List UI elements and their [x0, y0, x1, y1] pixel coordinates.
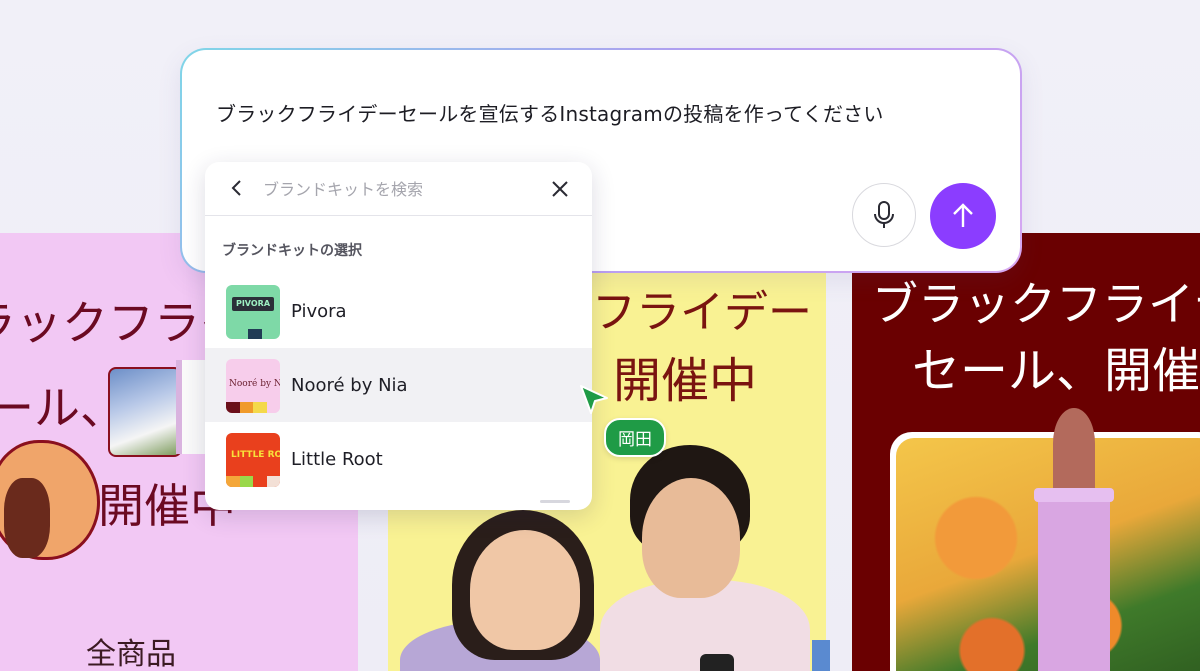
arrow-up-icon: [953, 203, 973, 227]
middle-card-headline-2: 開催中: [613, 353, 758, 409]
blue-accent: [812, 640, 830, 671]
man-face: [642, 478, 740, 598]
hand-with-lipstick: [4, 478, 50, 558]
brand-kit-search-bar: [205, 162, 592, 216]
brand-kit-item-noore[interactable]: Nooré by Nia Nooré by Nia: [205, 348, 592, 422]
left-card-headline-2: ール、: [0, 381, 126, 435]
canvas-stage: ラックフライ ール、 開催中 全商品 フライデー 開催中 ブラックフライデ セー…: [0, 0, 1200, 671]
close-icon: [552, 181, 568, 197]
right-card-headline-1: ブラックフライデ: [872, 277, 1200, 331]
brand-kit-item-little-root[interactable]: LITTLE ROOT Little Root: [205, 422, 592, 496]
woman-face: [470, 530, 580, 650]
lipstick-tip: [1053, 408, 1095, 496]
close-button[interactable]: [548, 177, 572, 201]
collaborator-name-tag: 岡田: [604, 418, 666, 457]
brand-kit-dropdown: ブランドキットの選択 PIVORA Pivora Nooré by Nia No…: [205, 162, 592, 510]
middle-card-headline-1: フライデー: [592, 287, 812, 338]
back-button[interactable]: [225, 176, 249, 200]
pointer-cursor-icon: [580, 385, 608, 414]
brand-kit-item-pivora[interactable]: PIVORA Pivora: [205, 274, 592, 348]
brand-kit-label: Little Root: [291, 449, 383, 470]
phone: [700, 654, 734, 671]
little-root-logo: LITTLE ROOT: [226, 433, 280, 487]
brand-kit-label: Nooré by Nia: [291, 375, 408, 396]
send-button[interactable]: [930, 183, 996, 249]
pivora-logo: PIVORA: [226, 285, 280, 339]
lipstick-band: [1034, 488, 1114, 502]
dropdown-scroll-handle[interactable]: [540, 500, 570, 503]
noore-logo: Nooré by Nia: [226, 359, 280, 413]
right-card-headline-2: セール、開催中: [912, 343, 1200, 399]
brand-kit-search-input[interactable]: [263, 175, 533, 203]
brand-kit-section-title: ブランドキットの選択: [222, 243, 362, 259]
microphone-icon: [874, 201, 894, 228]
brand-kit-label: Pivora: [291, 301, 347, 322]
lipstick-tube: [1038, 490, 1110, 671]
prompt-input-text[interactable]: ブラックフライデーセールを宣伝するInstagramの投稿を作ってください: [216, 98, 884, 127]
microphone-button[interactable]: [852, 183, 916, 247]
chevron-left-icon: [231, 180, 241, 196]
left-card-subtext: 全商品: [86, 637, 176, 671]
